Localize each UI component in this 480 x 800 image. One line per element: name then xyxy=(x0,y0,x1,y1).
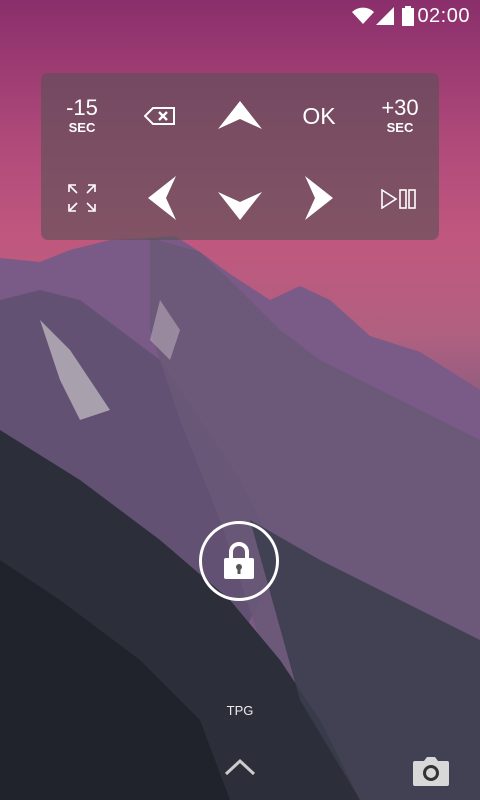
status-bar: 02:00 xyxy=(0,0,480,32)
backspace-icon xyxy=(144,107,175,125)
chevron-up-icon xyxy=(224,758,256,776)
cell-signal-icon xyxy=(376,7,394,25)
camera-shortcut[interactable] xyxy=(412,755,450,792)
arrow-up-icon xyxy=(218,101,262,129)
arrow-left-icon xyxy=(148,176,176,220)
play-pause-button[interactable] xyxy=(377,185,421,213)
forward-30-button[interactable]: +30 SEC xyxy=(371,93,429,137)
arrow-down-icon xyxy=(218,192,262,220)
forward-unit: SEC xyxy=(386,119,414,135)
rewind-unit: SEC xyxy=(68,119,96,135)
forward-value: +30 xyxy=(381,94,419,120)
left-button[interactable] xyxy=(142,174,182,222)
ok-label: OK xyxy=(302,102,336,129)
up-button[interactable] xyxy=(215,97,265,133)
fullscreen-button[interactable] xyxy=(65,181,99,215)
status-clock: 02:00 xyxy=(417,5,470,27)
backspace-button[interactable] xyxy=(140,101,180,131)
lock-icon xyxy=(224,542,254,579)
fullscreen-icon xyxy=(68,184,96,212)
unlock-hint[interactable] xyxy=(224,758,256,781)
arrow-right-icon xyxy=(305,176,333,220)
ok-button[interactable]: OK xyxy=(294,101,344,131)
battery-icon xyxy=(402,6,414,26)
remote-control-panel: -15 SEC OK +30 SEC xyxy=(41,73,439,240)
rewind-15-button[interactable]: -15 SEC xyxy=(55,93,109,137)
wifi-icon xyxy=(352,7,374,24)
down-button[interactable] xyxy=(215,188,265,224)
rewind-value: -15 xyxy=(66,94,98,120)
camera-icon xyxy=(413,757,449,786)
owner-info-text: TPG xyxy=(226,703,254,718)
play-pause-icon xyxy=(381,189,416,209)
unlock-button[interactable] xyxy=(199,521,279,601)
right-button[interactable] xyxy=(299,174,339,222)
